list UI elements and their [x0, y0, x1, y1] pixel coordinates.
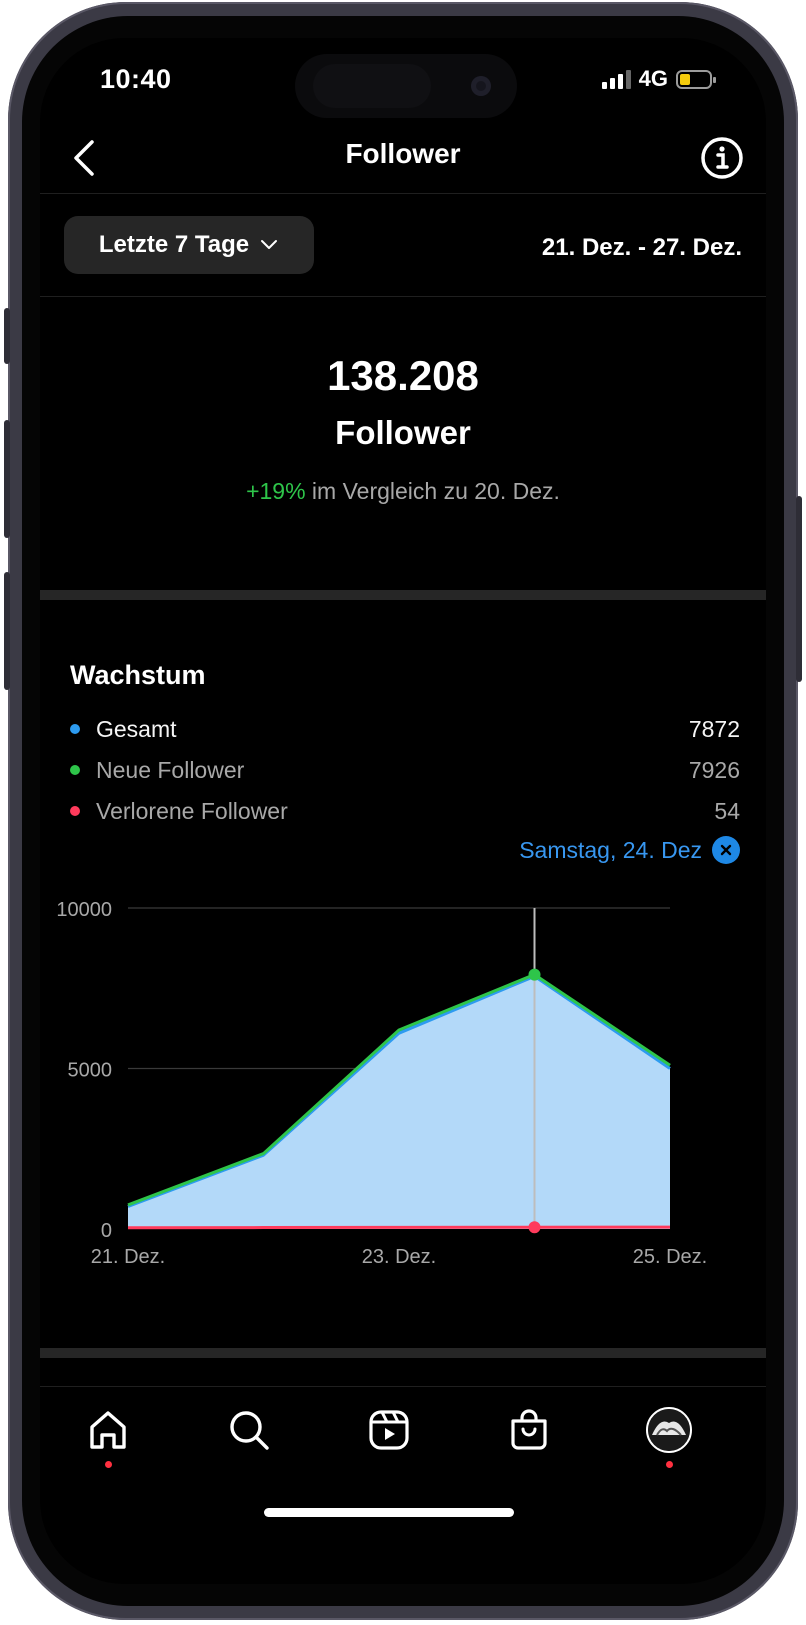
section-separator	[40, 590, 766, 600]
section-separator	[40, 1348, 766, 1358]
power-button	[796, 496, 802, 682]
change-text: im Vergleich zu 20. Dez.	[305, 478, 560, 504]
divider	[40, 193, 766, 194]
date-range-dropdown[interactable]: Letzte 7 Tage	[64, 216, 314, 274]
close-icon	[720, 844, 732, 856]
battery-icon	[676, 69, 716, 89]
legend-row-total: Gesamt 7872	[68, 712, 740, 746]
x-tick-label: 25. Dez.	[633, 1246, 707, 1268]
home-indicator	[264, 1508, 514, 1517]
follower-count: 138.208	[327, 352, 479, 399]
y-tick-label: 0	[101, 1220, 112, 1242]
tab-shop[interactable]	[501, 1402, 557, 1458]
legend-dot-new	[70, 765, 80, 775]
divider	[40, 296, 766, 297]
dynamic-island	[295, 54, 517, 118]
status-indicators: 4G	[601, 66, 716, 92]
signal-icon	[601, 69, 631, 89]
reels-icon	[369, 1410, 409, 1450]
legend-value: 7872	[688, 715, 740, 742]
page-title: Follower	[345, 138, 461, 169]
clear-selection-button[interactable]	[712, 836, 740, 864]
y-tick-label: 10000	[56, 899, 112, 921]
change-percent: +19%	[246, 478, 306, 504]
legend-dot-total	[70, 724, 80, 734]
follower-change: +19% im Vergleich zu 20. Dez.	[40, 478, 766, 505]
network-type: 4G	[638, 66, 668, 91]
notification-dot	[105, 1461, 112, 1468]
tab-profile[interactable]	[641, 1402, 697, 1468]
tab-bar	[40, 1388, 766, 1488]
legend-value: 54	[714, 797, 740, 824]
tab-home[interactable]	[80, 1402, 136, 1468]
selected-point-lost	[528, 1221, 541, 1234]
info-icon[interactable]	[698, 134, 746, 182]
series-line-verlorene-follower	[127, 1225, 671, 1230]
y-tick-label: 5000	[68, 1060, 113, 1082]
avatar	[646, 1407, 692, 1453]
camera-icon	[471, 76, 491, 96]
divider	[40, 1386, 766, 1387]
tab-search[interactable]	[221, 1402, 277, 1458]
x-tick-label: 21. Dez.	[91, 1246, 165, 1268]
notification-dot	[666, 1461, 673, 1468]
volume-down-button	[4, 572, 10, 690]
legend-dot-lost	[70, 806, 80, 816]
status-time: 10:40	[100, 64, 172, 94]
legend-value: 7926	[688, 756, 740, 783]
x-tick-label: 23. Dez.	[362, 1246, 436, 1268]
selected-point-new	[528, 968, 541, 981]
header: Follower	[40, 128, 766, 190]
legend-row-new: Neue Follower 7926	[68, 753, 740, 787]
tab-reels[interactable]	[361, 1402, 417, 1458]
date-range-text: 21. Dez. - 27. Dez.	[541, 234, 742, 261]
search-icon	[230, 1411, 269, 1450]
legend-label: Gesamt	[96, 715, 177, 742]
legend-label: Verlorene Follower	[96, 797, 288, 824]
date-range-label: Letzte 7 Tage	[98, 231, 250, 258]
shopping-bag-icon	[511, 1409, 547, 1450]
volume-up-button	[4, 420, 10, 538]
selected-date-label: Samstag, 24. Dez	[519, 836, 702, 863]
legend-row-lost: Verlorene Follower 54	[68, 794, 740, 828]
legend-label: Neue Follower	[96, 756, 245, 783]
mute-switch	[4, 308, 10, 364]
chevron-down-icon	[261, 240, 278, 249]
growth-chart[interactable]: 0 5000 10000 21. Dez. 23. Dez. 25. Dez.	[40, 888, 766, 1278]
section-title: Wachstum	[70, 660, 206, 690]
follower-label: Follower	[335, 414, 471, 451]
selected-date-chip: Samstag, 24. Dez	[519, 836, 740, 864]
home-icon	[90, 1411, 126, 1449]
screen: 10:40 4G Follower Letzte 7 Tage 21. Dez.…	[40, 38, 766, 1584]
